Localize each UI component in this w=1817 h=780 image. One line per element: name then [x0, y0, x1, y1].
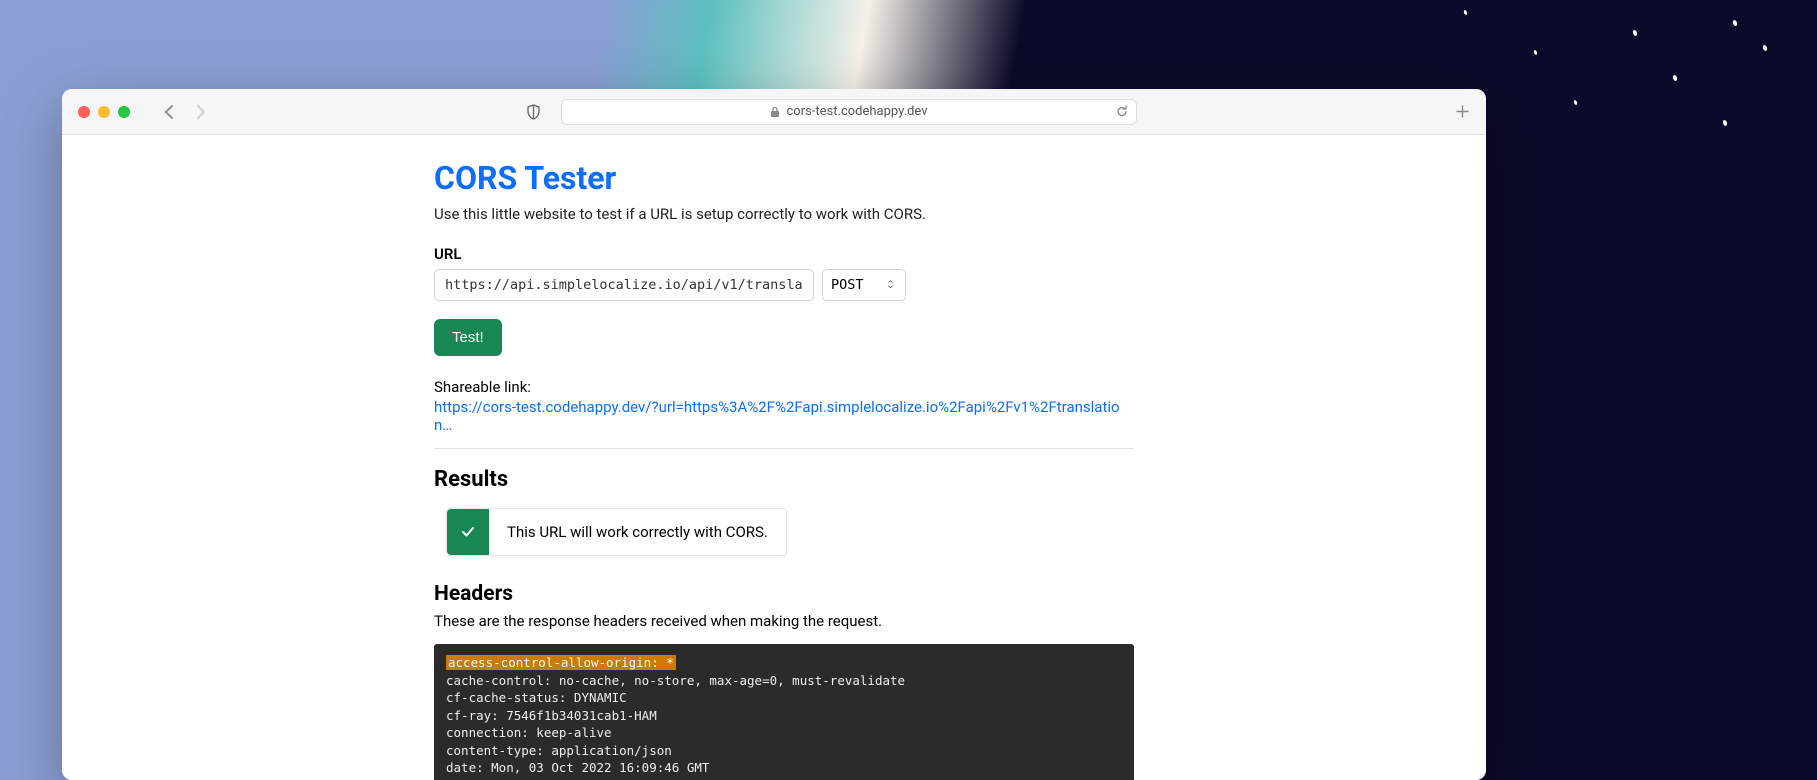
divider: [434, 448, 1134, 449]
minimize-window-button[interactable]: [98, 106, 110, 118]
share-link[interactable]: https://cors-test.codehappy.dev/?url=htt…: [434, 398, 1134, 434]
reload-button[interactable]: [1116, 105, 1128, 118]
results-heading: Results: [434, 467, 1134, 492]
forward-button[interactable]: [194, 105, 208, 119]
maximize-window-button[interactable]: [118, 106, 130, 118]
privacy-shield-icon[interactable]: [526, 104, 541, 120]
check-icon: [447, 509, 489, 555]
share-label: Shareable link:: [434, 378, 1134, 396]
method-select[interactable]: POST: [822, 269, 906, 301]
url-label: URL: [434, 245, 1134, 263]
browser-window: cors-test.codehappy.dev CORS Tester Use …: [62, 89, 1486, 780]
headers-list: cache-control: no-cache, no-store, max-a…: [446, 673, 905, 776]
close-window-button[interactable]: [78, 106, 90, 118]
headers-subtitle: These are the response headers received …: [434, 612, 1134, 630]
result-message: This URL will work correctly with CORS.: [489, 509, 786, 555]
result-card: This URL will work correctly with CORS.: [446, 508, 787, 556]
highlighted-header: access-control-allow-origin: *: [446, 655, 676, 670]
back-button[interactable]: [162, 105, 176, 119]
window-controls: [78, 106, 130, 118]
input-row: POST: [434, 269, 1134, 301]
headers-code-block: access-control-allow-origin: * cache-con…: [434, 644, 1134, 780]
browser-titlebar: cors-test.codehappy.dev: [62, 89, 1486, 135]
page-subtitle: Use this little website to test if a URL…: [434, 205, 1134, 223]
address-bar[interactable]: cors-test.codehappy.dev: [561, 99, 1137, 125]
page-content[interactable]: CORS Tester Use this little website to t…: [62, 135, 1486, 780]
address-text: cors-test.codehappy.dev: [786, 104, 927, 119]
url-input[interactable]: [434, 269, 814, 301]
desktop-decor: [1317, 0, 1817, 200]
test-button[interactable]: Test!: [434, 319, 502, 356]
page-title: CORS Tester: [434, 159, 1134, 197]
headers-heading: Headers: [434, 582, 1134, 606]
lock-icon: [770, 106, 780, 118]
